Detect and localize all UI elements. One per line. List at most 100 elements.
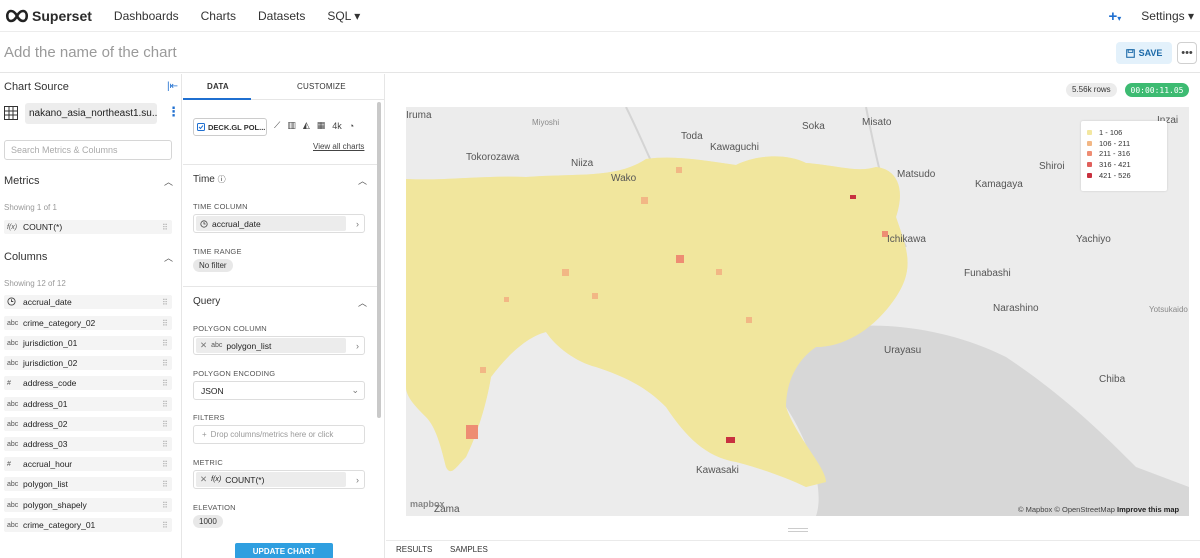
drag-handle-icon[interactable]: ⠿ (162, 501, 172, 510)
drag-handle-icon[interactable]: ⠿ (162, 359, 172, 368)
drag-handle-icon[interactable]: ⠿ (162, 460, 172, 469)
column-item[interactable]: abc polygon_list ⠿ (4, 477, 172, 491)
search-metrics-columns-input[interactable]: Search Metrics & Columns (4, 140, 172, 160)
table-chart-icon[interactable]: ▦ (317, 120, 326, 131)
time-range-label: TIME RANGE (193, 247, 242, 256)
nav-datasets[interactable]: Datasets (258, 9, 305, 23)
line-chart-icon[interactable]: ⟋ (274, 120, 280, 131)
drag-handle-icon[interactable]: ⠿ (162, 440, 172, 449)
column-item[interactable]: # address_code ⠿ (4, 376, 172, 390)
panel-scrollbar[interactable] (377, 102, 381, 418)
time-column-field[interactable]: accrual_date › (193, 214, 365, 233)
column-name: polygon_list (23, 479, 68, 489)
time-column-label: TIME COLUMN (193, 202, 248, 211)
drag-handle-icon[interactable]: ⠿ (162, 339, 172, 348)
elevation-value[interactable]: 1000 (193, 515, 223, 528)
polygon-column-field[interactable]: ✕ abc polygon_list › (193, 336, 365, 355)
drag-handle-icon[interactable]: ⠿ (162, 480, 172, 489)
time-column-tag: accrual_date (196, 216, 346, 231)
new-plus-icon[interactable]: +▾ (1109, 8, 1122, 25)
column-name: address_code (23, 378, 77, 388)
city-iruma: Iruma (406, 110, 432, 121)
nav-sql[interactable]: SQL ▾ (327, 9, 360, 23)
tab-samples[interactable]: SAMPLES (450, 545, 488, 554)
drag-handle-icon[interactable]: ⠿ (162, 400, 172, 409)
dataset-menu-icon[interactable]: ⋮ (167, 104, 180, 120)
string-type-icon: abc (7, 501, 19, 509)
column-item[interactable]: abc jurisdiction_01 ⠿ (4, 336, 172, 350)
drag-handle-icon[interactable]: ⠿ (162, 319, 172, 328)
big-number-icon[interactable]: 4k (332, 121, 342, 131)
pie-chart-icon[interactable]: ◔ (349, 121, 354, 131)
tab-customize[interactable]: CUSTOMIZE (297, 82, 346, 91)
mapbox-logo[interactable]: mapbox (410, 499, 445, 509)
column-item[interactable]: abc jurisdiction_02 ⠿ (4, 356, 172, 370)
column-item[interactable]: abc polygon_shapely ⠿ (4, 498, 172, 512)
ellipsis-icon: ••• (1181, 47, 1193, 59)
dataset-panel: Chart Source |⇤ nakano_asia_northeast1.s… (0, 74, 182, 558)
column-item[interactable]: abc crime_category_02 ⠿ (4, 316, 172, 330)
deckgl-polygon-map[interactable]: Iruma Miyoshi Toda Soka Misato Tokorozaw… (406, 107, 1189, 516)
drag-handle-icon[interactable]: ⠿ (162, 521, 172, 530)
recent-viz-icons: ⟋ ▥ ◭ ▦ 4k ◔ (274, 120, 354, 131)
metric-field[interactable]: ✕ f(x) COUNT(*) › (193, 470, 365, 489)
column-item[interactable]: abc crime_category_01 ⠿ (4, 518, 172, 532)
columns-collapse-icon[interactable]: ︿ (164, 251, 173, 264)
column-item[interactable]: accrual_date ⠿ (4, 295, 172, 309)
polygon-column-value: polygon_list (226, 340, 272, 351)
nav-charts[interactable]: Charts (201, 9, 236, 23)
polygon-encoding-value: JSON (201, 385, 224, 396)
remove-x-icon[interactable]: ✕ (200, 474, 207, 485)
polygon-encoding-select[interactable]: JSON ⌄ (193, 381, 365, 400)
control-panel: DATA CUSTOMIZE DECK.GL POL... ⟋ ▥ ◭ ▦ 4k… (183, 74, 385, 558)
tab-results[interactable]: RESULTS (396, 545, 432, 554)
remove-x-icon[interactable]: ✕ (200, 340, 207, 351)
active-tab-indicator (183, 98, 251, 100)
brand-name: Superset (32, 7, 92, 24)
legend-label: 421 - 526 (1099, 171, 1131, 181)
clock-icon (7, 296, 23, 308)
superset-logo[interactable]: Superset (4, 8, 92, 24)
tab-data[interactable]: DATA (207, 82, 229, 91)
time-range-value[interactable]: No filter (193, 259, 233, 272)
query-collapse-icon[interactable]: ︿ (358, 296, 367, 309)
bar-chart-icon[interactable]: ▥ (287, 120, 296, 131)
time-collapse-icon[interactable]: ︿ (358, 174, 367, 187)
save-button[interactable]: SAVE (1116, 42, 1172, 64)
resize-handle[interactable] (788, 528, 808, 532)
legend-swatch (1087, 151, 1092, 157)
nav-settings[interactable]: Settings ▾ (1141, 9, 1194, 23)
column-name: accrual_hour (23, 459, 73, 469)
time-section-title[interactable]: Time ⓘ (193, 174, 226, 185)
collapse-panel-icon[interactable]: |⇤ (167, 81, 178, 92)
nav-dashboards[interactable]: Dashboards (114, 9, 179, 23)
column-item[interactable]: abc address_01 ⠿ (4, 397, 172, 411)
table-icon (4, 106, 18, 120)
city-chiba: Chiba (1099, 374, 1126, 385)
metrics-collapse-icon[interactable]: ︿ (164, 175, 173, 188)
column-item[interactable]: abc address_03 ⠿ (4, 437, 172, 451)
update-chart-button[interactable]: UPDATE CHART (235, 543, 333, 558)
metric-tag: ✕ f(x) COUNT(*) (196, 472, 346, 487)
query-timer-badge: 00:00:11.05 (1125, 83, 1189, 97)
city-urayasu: Urayasu (884, 345, 922, 356)
drag-handle-icon[interactable]: ⠿ (162, 298, 172, 307)
metric-item[interactable]: f(x) COUNT(*) ⠿ (4, 220, 172, 234)
column-item[interactable]: # accrual_hour ⠿ (4, 457, 172, 471)
filters-dropzone[interactable]: + Drop columns/metrics here or click (193, 425, 365, 444)
drag-handle-icon[interactable]: ⠿ (162, 379, 172, 388)
more-options-button[interactable]: ••• (1177, 42, 1197, 64)
attribution-text[interactable]: © Mapbox © OpenStreetMap (1018, 505, 1115, 514)
chart-name-input[interactable]: Add the name of the chart (4, 44, 177, 61)
string-type-icon: abc (7, 440, 19, 448)
view-all-charts-link[interactable]: View all charts (313, 142, 364, 151)
query-section-title[interactable]: Query (193, 296, 220, 307)
area-chart-icon[interactable]: ◭ (303, 120, 310, 131)
legend-item: 1 - 106 (1087, 127, 1161, 138)
column-item[interactable]: abc address_02 ⠿ (4, 417, 172, 431)
viz-type-selector[interactable]: DECK.GL POL... (193, 118, 267, 136)
drag-handle-icon[interactable]: ⠿ (162, 420, 172, 429)
drag-handle-icon[interactable]: ⠿ (162, 223, 172, 232)
dataset-selector[interactable]: nakano_asia_northeast1.su... (25, 103, 157, 124)
improve-map-link[interactable]: Improve this map (1117, 505, 1179, 514)
